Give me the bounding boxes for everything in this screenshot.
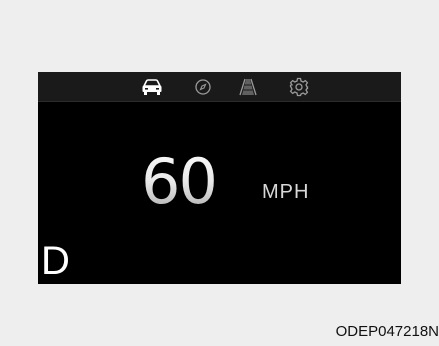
car-icon <box>141 78 163 96</box>
speed-readout: 60 MPH <box>38 142 401 232</box>
tab-navigation[interactable] <box>190 75 216 99</box>
cluster-display: 60 MPH D <box>38 72 401 284</box>
tab-driving-assist[interactable] <box>235 75 261 99</box>
settings-gear-icon <box>289 77 309 97</box>
mode-tab-bar <box>38 72 401 102</box>
road-lane-icon <box>238 78 258 96</box>
compass-icon <box>194 78 212 96</box>
image-caption: ODEP047218N <box>335 323 439 340</box>
speed-unit: MPH <box>262 181 310 203</box>
tab-vehicle-info[interactable] <box>139 75 165 99</box>
speed-value: 60 <box>141 142 218 222</box>
gear-indicator: D <box>41 239 70 283</box>
tab-user-settings[interactable] <box>286 75 312 99</box>
